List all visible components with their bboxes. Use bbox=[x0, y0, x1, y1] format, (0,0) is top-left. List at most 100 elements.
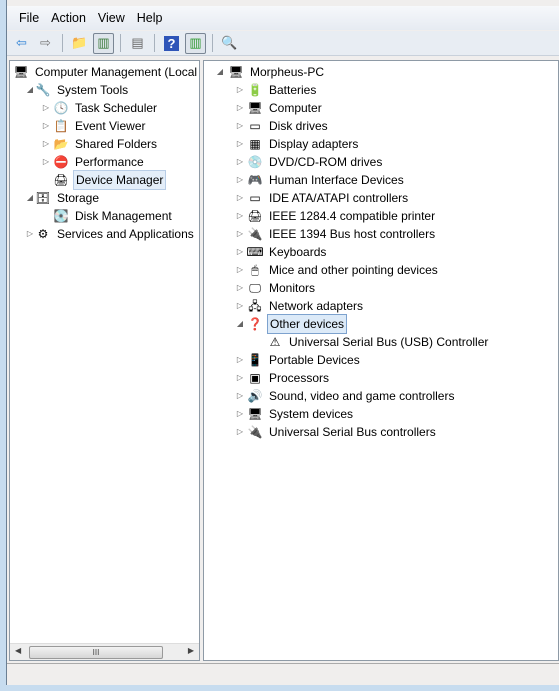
tree-item-label: Computer bbox=[269, 101, 322, 115]
tree-item-label: Shared Folders bbox=[75, 137, 158, 151]
up-folder-button[interactable]: 📁 bbox=[69, 33, 90, 54]
collapse-icon[interactable]: ◢ bbox=[236, 315, 244, 333]
tree-item-performance[interactable]: ▷ ⛔ Performance bbox=[10, 153, 199, 171]
tree-item-label: Network adapters bbox=[269, 299, 364, 313]
menu-action[interactable]: Action bbox=[45, 11, 92, 25]
tree-item-shared-folders[interactable]: ▷ 📂 Shared Folders bbox=[10, 135, 199, 153]
scan-hardware-button[interactable]: 🔍 bbox=[219, 33, 240, 54]
expand-icon[interactable]: ▷ bbox=[236, 135, 244, 153]
usb-icon: 🔌 bbox=[247, 425, 263, 439]
tree-item-label: System devices bbox=[269, 407, 354, 421]
expand-icon[interactable]: ▷ bbox=[236, 423, 244, 441]
expand-icon[interactable]: ▷ bbox=[236, 117, 244, 135]
collapse-icon[interactable]: ◢ bbox=[26, 81, 34, 99]
tree-item-label: Performance bbox=[75, 155, 144, 169]
tree-item-device-manager[interactable]: 🖨 Device Manager bbox=[10, 170, 199, 190]
device-category[interactable]: ▷ 🔌 Universal Serial Bus controllers bbox=[204, 423, 558, 441]
device-category[interactable]: ▷ 🔋 Batteries bbox=[204, 81, 558, 99]
device-category[interactable]: ▷ ▦ Display adapters bbox=[204, 135, 558, 153]
console-tree-pane[interactable]: ◀ III ▶ 🖥 Computer Management (Local ◢ 🔧 Sys… bbox=[9, 60, 200, 661]
scan-hardware-icon: 🔍 bbox=[221, 35, 238, 50]
tree-item-task-scheduler[interactable]: ▷ 🕓 Task Scheduler bbox=[10, 99, 199, 117]
collapse-icon[interactable]: ◢ bbox=[26, 189, 34, 207]
device-category[interactable]: ▷ 🖥 System devices bbox=[204, 405, 558, 423]
tree-item-label: Universal Serial Bus (USB) Controller bbox=[289, 335, 489, 349]
expand-icon[interactable]: ▷ bbox=[236, 351, 244, 369]
printer-icon: 🖨 bbox=[247, 209, 263, 223]
toolbar: ⇦ ⇨ 📁 ▥ ▤? ▥ 🔍 bbox=[7, 31, 559, 56]
tree-item-event-viewer[interactable]: ▷ 📋 Event Viewer bbox=[10, 117, 199, 135]
back-arrow-button[interactable]: ⇦ bbox=[11, 33, 32, 54]
expand-icon[interactable]: ▷ bbox=[42, 153, 50, 171]
expand-icon[interactable]: ▷ bbox=[236, 207, 244, 225]
device-category[interactable]: ▷ ⌨ Keyboards bbox=[204, 243, 558, 261]
forward-arrow-button[interactable]: ⇨ bbox=[35, 33, 56, 54]
device-tree-pane[interactable]: ◢ 🖥 Morpheus-PC ▷ 🔋 Batteries ▷ 🖥 Computer ▷ ▭ Disk… bbox=[203, 60, 559, 661]
expand-icon[interactable]: ▷ bbox=[236, 369, 244, 387]
expand-icon[interactable]: ▷ bbox=[236, 261, 244, 279]
tree-item-label: Keyboards bbox=[269, 245, 327, 259]
tree-root[interactable]: ◢ 🖥 Morpheus-PC bbox=[204, 63, 558, 81]
expand-icon[interactable]: ▷ bbox=[42, 117, 50, 135]
tree-item-label: Event Viewer bbox=[75, 119, 146, 133]
device-category[interactable]: ▷ 📱 Portable Devices bbox=[204, 351, 558, 369]
device-category[interactable]: ▷ 🖵 Monitors bbox=[204, 279, 558, 297]
tree-item-label: Portable Devices bbox=[269, 353, 360, 367]
tree-item-system-tools[interactable]: ◢ 🔧 System Tools bbox=[10, 81, 199, 99]
show-hide-console-tree-button[interactable]: ▥ bbox=[93, 32, 114, 54]
horizontal-scrollbar[interactable]: ◀ III ▶ bbox=[10, 643, 199, 660]
device-category[interactable]: ▷ ▭ Disk drives bbox=[204, 117, 558, 135]
network-adapter-icon: 🖧 bbox=[248, 299, 262, 313]
services-icon: ⚙ bbox=[37, 227, 49, 241]
expand-icon[interactable]: ▷ bbox=[236, 189, 244, 207]
device-category[interactable]: ▷ 🖧 Network adapters bbox=[204, 297, 558, 315]
help-button[interactable]: ? bbox=[161, 33, 182, 54]
menu-help[interactable]: Help bbox=[131, 11, 169, 25]
scrollbar-thumb[interactable]: III bbox=[29, 646, 163, 659]
expand-icon[interactable]: ▷ bbox=[42, 135, 50, 153]
collapse-icon[interactable]: ◢ bbox=[216, 63, 224, 81]
menu-file[interactable]: File bbox=[13, 11, 45, 25]
expand-icon[interactable]: ▷ bbox=[236, 225, 244, 243]
device-category[interactable]: ▷ 🖱 Mice and other pointing devices bbox=[204, 261, 558, 279]
tree-item-storage[interactable]: ◢ 🗄 Storage bbox=[10, 189, 199, 207]
tree-item-label: Storage bbox=[57, 191, 100, 205]
expand-icon[interactable]: ▷ bbox=[236, 171, 244, 189]
event-viewer-icon: 📋 bbox=[53, 119, 69, 133]
show-hide-action-pane-button[interactable]: ▥ bbox=[185, 32, 206, 54]
expand-icon[interactable]: ▷ bbox=[42, 99, 50, 117]
expand-icon[interactable]: ▷ bbox=[236, 99, 244, 117]
tree-item-disk-management[interactable]: 💽 Disk Management bbox=[10, 207, 199, 225]
expand-icon[interactable]: ▷ bbox=[236, 405, 244, 423]
hid-icon: 🎮 bbox=[247, 173, 263, 187]
scroll-left-icon[interactable]: ◀ bbox=[15, 646, 21, 655]
device-category[interactable]: ▷ ▭ IDE ATA/ATAPI controllers bbox=[204, 189, 558, 207]
device-category[interactable]: ▷ 🖥 Computer bbox=[204, 99, 558, 117]
expand-icon[interactable]: ▷ bbox=[236, 243, 244, 261]
device-category[interactable]: ▷ 🎮 Human Interface Devices bbox=[204, 171, 558, 189]
unknown-device-icon: ❓ bbox=[247, 317, 263, 331]
toolbar-separator bbox=[154, 34, 155, 52]
expand-icon[interactable]: ▷ bbox=[236, 279, 244, 297]
tree-item-computer-management-local[interactable]: 🖥 Computer Management (Local bbox=[10, 63, 199, 81]
tree-item-label: Computer Management (Local bbox=[35, 65, 198, 79]
device-category[interactable]: ▷ ▣ Processors bbox=[204, 369, 558, 387]
dvd-icon: 💿 bbox=[247, 155, 263, 169]
expand-icon[interactable]: ▷ bbox=[26, 225, 34, 243]
device-category[interactable]: ▷ 🔌 IEEE 1394 Bus host controllers bbox=[204, 225, 558, 243]
expand-icon[interactable]: ▷ bbox=[236, 81, 244, 99]
keyboard-icon: ⌨ bbox=[246, 245, 264, 259]
device-category[interactable]: ▷ 💿 DVD/CD-ROM drives bbox=[204, 153, 558, 171]
device-category[interactable]: ◢ ❓ Other devices bbox=[204, 314, 558, 334]
device-category[interactable]: ▷ 🖨 IEEE 1284.4 compatible printer bbox=[204, 207, 558, 225]
expand-icon[interactable]: ▷ bbox=[236, 297, 244, 315]
expand-icon[interactable]: ▷ bbox=[236, 387, 244, 405]
tree-item-services-and-applications[interactable]: ▷ ⚙ Services and Applications bbox=[10, 225, 199, 243]
tree-item-label: IDE ATA/ATAPI controllers bbox=[269, 191, 409, 205]
expand-icon[interactable]: ▷ bbox=[236, 153, 244, 171]
menu-view[interactable]: View bbox=[92, 11, 131, 25]
device-item[interactable]: ⚠ Universal Serial Bus (USB) Controller bbox=[204, 333, 558, 351]
device-category[interactable]: ▷ 🔊 Sound, video and game controllers bbox=[204, 387, 558, 405]
properties-button[interactable]: ▤ bbox=[127, 33, 148, 54]
scroll-right-icon[interactable]: ▶ bbox=[188, 646, 194, 655]
